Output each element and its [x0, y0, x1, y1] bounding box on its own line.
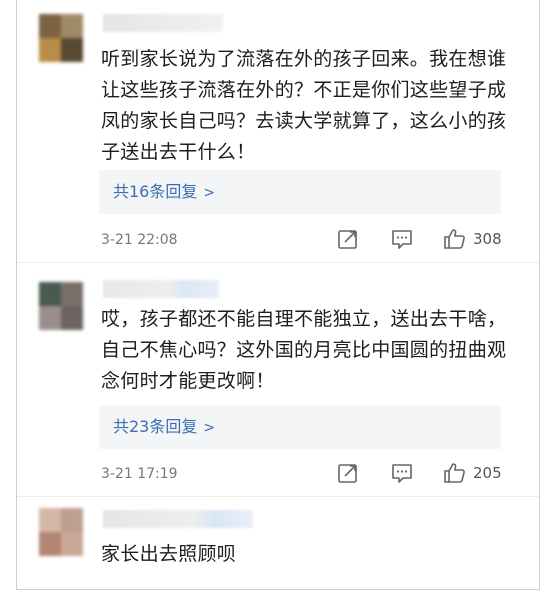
- divider: [17, 262, 539, 263]
- chevron-right-icon: >: [203, 185, 216, 201]
- reply-button[interactable]: [391, 462, 413, 484]
- view-replies-button[interactable]: 共16条回复 >: [99, 170, 501, 214]
- avatar-pixel: [61, 38, 83, 62]
- replies-label: 共16条回复: [113, 182, 198, 201]
- share-icon: [338, 464, 357, 483]
- like-count: 205: [473, 464, 502, 482]
- comment-icon: [392, 230, 412, 249]
- comment-text: 听到家长说为了流落在外的孩子回来。我在想谁让这些孩子流落在外的？不正是你们这些望…: [101, 48, 507, 163]
- comment-item: 听到家长说为了流落在外的孩子回来。我在想谁让这些孩子流落在外的？不正是你们这些望…: [17, 0, 539, 265]
- avatar-pixel: [39, 38, 61, 62]
- avatar-pixel: [39, 306, 61, 330]
- avatar[interactable]: [39, 282, 83, 330]
- share-button[interactable]: [337, 462, 359, 484]
- share-button[interactable]: [337, 228, 359, 250]
- comment-list: 听到家长说为了流落在外的孩子回来。我在想谁让这些孩子流落在外的？不正是你们这些望…: [16, 0, 540, 590]
- comment-text: 哎，孩子都还不能自理不能独立，送出去干啥，自己不焦心吗？这外国的月亮比中国圆的扭…: [101, 308, 507, 392]
- comment-meta: 3-21 22:08 308: [101, 228, 515, 254]
- avatar-pixel: [61, 508, 83, 532]
- avatar-pixel: [39, 508, 61, 532]
- avatar[interactable]: [39, 14, 83, 62]
- timestamp: 3-21 22:08: [101, 232, 178, 248]
- username-blurred[interactable]: [103, 280, 219, 298]
- avatar-pixel: [39, 14, 61, 38]
- avatar-pixel: [61, 282, 83, 306]
- avatar[interactable]: [39, 508, 83, 556]
- comment-icon: [392, 464, 412, 483]
- avatar-pixel: [61, 306, 83, 330]
- avatar-pixel: [61, 532, 83, 556]
- comment-text: 家长出去照顾呗: [101, 543, 237, 565]
- avatar-pixel: [39, 282, 61, 306]
- username-blurred[interactable]: [103, 510, 253, 528]
- like-button[interactable]: 308: [443, 228, 502, 250]
- reply-button[interactable]: [391, 228, 413, 250]
- avatar-pixel: [39, 532, 61, 556]
- timestamp: 3-21 17:19: [101, 466, 178, 482]
- avatar-pixel: [61, 14, 83, 38]
- comment-meta: 3-21 17:19 205: [101, 462, 515, 488]
- thumbs-up-icon: [444, 463, 465, 483]
- username-blurred[interactable]: [103, 14, 223, 32]
- like-count: 308: [473, 230, 502, 248]
- replies-label: 共23条回复: [113, 417, 198, 436]
- chevron-right-icon: >: [203, 420, 216, 436]
- divider: [17, 496, 539, 497]
- share-icon: [338, 230, 357, 249]
- view-replies-button[interactable]: 共23条回复 >: [99, 405, 501, 449]
- like-button[interactable]: 205: [443, 462, 502, 484]
- thumbs-up-icon: [444, 229, 465, 249]
